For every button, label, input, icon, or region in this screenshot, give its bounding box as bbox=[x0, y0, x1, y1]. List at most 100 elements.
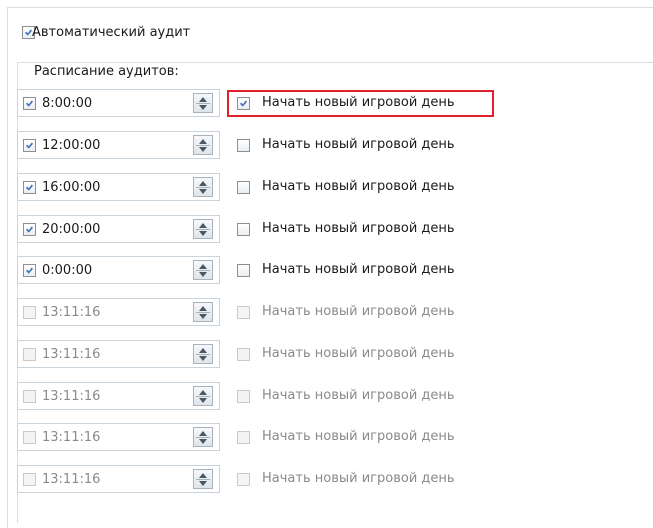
time-enable-checkbox[interactable] bbox=[23, 264, 36, 277]
arrow-down-icon[interactable] bbox=[199, 272, 207, 277]
arrow-down-icon[interactable] bbox=[199, 356, 207, 361]
time-enable-checkbox[interactable] bbox=[23, 473, 36, 486]
new-game-day-label: Начать новый игровой день bbox=[262, 388, 455, 403]
schedule-row: 12:00:00 Начать новый игровой день bbox=[0, 131, 653, 161]
spinner-divider bbox=[196, 437, 210, 438]
arrow-up-icon[interactable] bbox=[199, 390, 207, 395]
spinner-updown-icon[interactable] bbox=[193, 219, 213, 239]
highlight-box bbox=[227, 90, 494, 117]
arrow-up-icon[interactable] bbox=[199, 223, 207, 228]
spinner-divider bbox=[196, 354, 210, 355]
spinner-updown-icon[interactable] bbox=[193, 344, 213, 364]
spinner-updown-icon[interactable] bbox=[193, 302, 213, 322]
arrow-up-icon[interactable] bbox=[199, 473, 207, 478]
checkmark-icon bbox=[26, 267, 33, 274]
new-game-day-checkbox[interactable] bbox=[237, 348, 250, 361]
time-value[interactable]: 13:11:16 bbox=[42, 305, 100, 320]
new-game-day-checkbox[interactable] bbox=[237, 431, 250, 444]
spinner-updown-icon[interactable] bbox=[193, 177, 213, 197]
spinner-updown-icon[interactable] bbox=[193, 427, 213, 447]
time-value[interactable]: 16:00:00 bbox=[42, 180, 100, 195]
arrow-down-icon[interactable] bbox=[199, 314, 207, 319]
spinner-divider bbox=[196, 187, 210, 188]
time-picker[interactable]: 12:00:00 bbox=[17, 131, 220, 159]
arrow-up-icon[interactable] bbox=[199, 139, 207, 144]
time-enable-checkbox[interactable] bbox=[23, 181, 36, 194]
new-game-day-checkbox[interactable] bbox=[237, 264, 250, 277]
time-enable-checkbox[interactable] bbox=[23, 97, 36, 110]
time-picker[interactable]: 13:11:16 bbox=[17, 340, 220, 368]
time-enable-checkbox[interactable] bbox=[23, 139, 36, 152]
spinner-divider bbox=[196, 103, 210, 104]
arrow-down-icon[interactable] bbox=[199, 398, 207, 403]
new-game-day-label: Начать новый игровой день bbox=[262, 221, 455, 236]
time-picker[interactable]: 16:00:00 bbox=[17, 173, 220, 201]
new-game-day-label: Начать новый игровой день bbox=[262, 137, 455, 152]
time-picker[interactable]: 13:11:16 bbox=[17, 382, 220, 410]
time-enable-checkbox[interactable] bbox=[23, 223, 36, 236]
time-value[interactable]: 13:11:16 bbox=[42, 472, 100, 487]
spinner-updown-icon[interactable] bbox=[193, 260, 213, 280]
time-value[interactable]: 13:11:16 bbox=[42, 389, 100, 404]
spinner-divider bbox=[196, 479, 210, 480]
schedule-row: 0:00:00 Начать новый игровой день bbox=[0, 256, 653, 286]
time-picker[interactable]: 20:00:00 bbox=[17, 215, 220, 243]
spinner-divider bbox=[196, 229, 210, 230]
time-picker[interactable]: 13:11:16 bbox=[17, 465, 220, 493]
arrow-up-icon[interactable] bbox=[199, 348, 207, 353]
time-enable-checkbox[interactable] bbox=[23, 348, 36, 361]
new-game-day-label: Начать новый игровой день bbox=[262, 471, 455, 486]
new-game-day-checkbox[interactable] bbox=[237, 223, 250, 236]
arrow-down-icon[interactable] bbox=[199, 439, 207, 444]
arrow-down-icon[interactable] bbox=[199, 481, 207, 486]
time-picker[interactable]: 8:00:00 bbox=[17, 89, 220, 117]
schedule-row: 13:11:16 Начать новый игровой день bbox=[0, 382, 653, 412]
new-game-day-checkbox[interactable] bbox=[237, 473, 250, 486]
time-value[interactable]: 13:11:16 bbox=[42, 347, 100, 362]
spinner-updown-icon[interactable] bbox=[193, 93, 213, 113]
schedule-row: 13:11:16 Начать новый игровой день bbox=[0, 465, 653, 495]
checkmark-icon bbox=[25, 29, 32, 36]
new-game-day-label: Начать новый игровой день bbox=[262, 429, 455, 444]
time-value[interactable]: 13:11:16 bbox=[42, 430, 100, 445]
time-value[interactable]: 0:00:00 bbox=[42, 263, 92, 278]
arrow-up-icon[interactable] bbox=[199, 97, 207, 102]
checkmark-icon bbox=[26, 100, 33, 107]
arrow-up-icon[interactable] bbox=[199, 306, 207, 311]
schedule-row: 13:11:16 Начать новый игровой день bbox=[0, 298, 653, 328]
spinner-divider bbox=[196, 312, 210, 313]
arrow-down-icon[interactable] bbox=[199, 231, 207, 236]
spinner-updown-icon[interactable] bbox=[193, 135, 213, 155]
spinner-divider bbox=[196, 270, 210, 271]
checkmark-icon bbox=[26, 226, 33, 233]
spinner-updown-icon[interactable] bbox=[193, 386, 213, 406]
time-picker[interactable]: 13:11:16 bbox=[17, 298, 220, 326]
new-game-day-checkbox[interactable] bbox=[237, 181, 250, 194]
time-enable-checkbox[interactable] bbox=[23, 431, 36, 444]
arrow-up-icon[interactable] bbox=[199, 181, 207, 186]
spinner-divider bbox=[196, 145, 210, 146]
time-picker[interactable]: 0:00:00 bbox=[17, 256, 220, 284]
schedule-row: 20:00:00 Начать новый игровой день bbox=[0, 215, 653, 245]
new-game-day-checkbox[interactable] bbox=[237, 306, 250, 319]
new-game-day-checkbox[interactable] bbox=[237, 139, 250, 152]
time-enable-checkbox[interactable] bbox=[23, 306, 36, 319]
spinner-divider bbox=[196, 396, 210, 397]
time-value[interactable]: 20:00:00 bbox=[42, 222, 100, 237]
spinner-updown-icon[interactable] bbox=[193, 469, 213, 489]
time-value[interactable]: 8:00:00 bbox=[42, 96, 92, 111]
schedule-row: 16:00:00 Начать новый игровой день bbox=[0, 173, 653, 203]
new-game-day-checkbox[interactable] bbox=[237, 390, 250, 403]
time-enable-checkbox[interactable] bbox=[23, 390, 36, 403]
arrow-up-icon[interactable] bbox=[199, 431, 207, 436]
schedule-row: 8:00:00 Начать новый игровой день bbox=[0, 89, 653, 119]
new-game-day-label: Начать новый игровой день bbox=[262, 346, 455, 361]
checkmark-icon bbox=[26, 142, 33, 149]
time-value[interactable]: 12:00:00 bbox=[42, 138, 100, 153]
arrow-up-icon[interactable] bbox=[199, 264, 207, 269]
time-picker[interactable]: 13:11:16 bbox=[17, 423, 220, 451]
arrow-down-icon[interactable] bbox=[199, 147, 207, 152]
arrow-down-icon[interactable] bbox=[199, 189, 207, 194]
schedule-row: 13:11:16 Начать новый игровой день bbox=[0, 423, 653, 453]
arrow-down-icon[interactable] bbox=[199, 105, 207, 110]
